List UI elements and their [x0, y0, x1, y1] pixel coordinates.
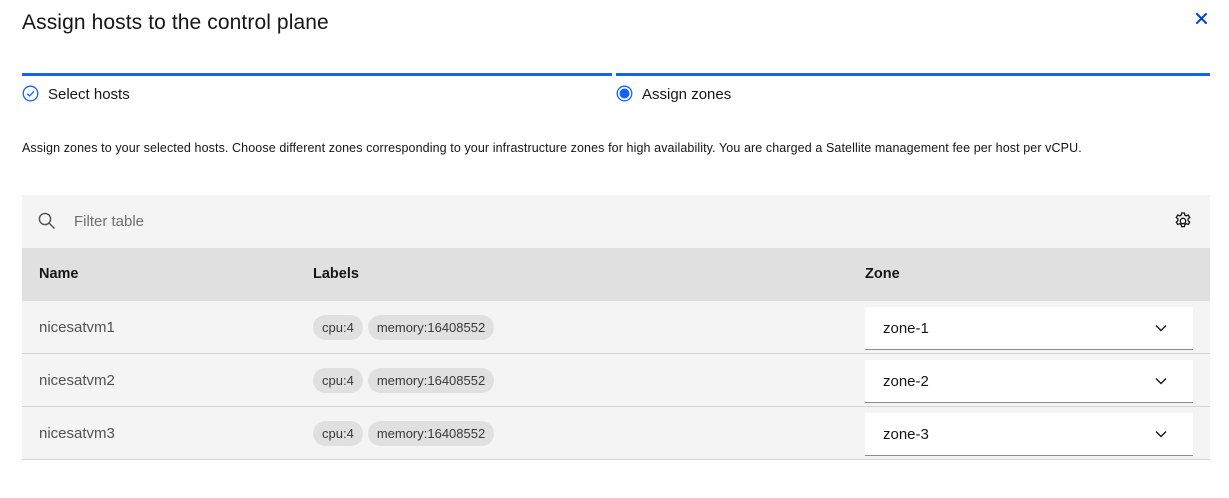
- host-name: nicesatvm2: [39, 372, 115, 389]
- zone-select[interactable]: zone-1: [865, 307, 1193, 350]
- column-header-labels: Labels: [313, 266, 359, 282]
- column-header-zone: Zone: [865, 266, 900, 282]
- host-labels: cpu:4 memory:16408552: [313, 315, 495, 340]
- search-icon: [38, 212, 55, 229]
- zone-select[interactable]: zone-3: [865, 413, 1193, 456]
- chevron-down-icon: [1155, 431, 1167, 438]
- gear-icon[interactable]: [1173, 211, 1193, 231]
- progress-step-select-hosts[interactable]: Select hosts: [22, 73, 612, 107]
- modal-title: Assign hosts to the control plane: [22, 11, 329, 34]
- host-labels: cpu:4 memory:16408552: [313, 368, 495, 393]
- filter-table-input[interactable]: [74, 205, 474, 237]
- close-button[interactable]: [1189, 8, 1213, 28]
- chevron-down-icon: [1155, 325, 1167, 332]
- table-toolbar: [22, 195, 1210, 248]
- label-tag: memory:16408552: [367, 368, 495, 393]
- label-tag: memory:16408552: [367, 315, 495, 340]
- label-tag: cpu:4: [313, 368, 363, 393]
- host-name: nicesatvm1: [39, 319, 115, 336]
- chevron-down-icon: [1155, 378, 1167, 385]
- zone-select[interactable]: zone-2: [865, 360, 1193, 403]
- table-header: Name Labels Zone: [22, 248, 1210, 301]
- progress-indicator: Select hosts Assign zones: [22, 73, 1210, 107]
- checkmark-outline-icon: [22, 85, 39, 102]
- host-labels: cpu:4 memory:16408552: [313, 421, 495, 446]
- progress-step-label: Assign zones: [642, 86, 732, 103]
- radio-selected-icon: [616, 85, 633, 102]
- zone-select-value: zone-2: [883, 373, 929, 390]
- host-name: nicesatvm3: [39, 425, 115, 442]
- column-header-name: Name: [39, 266, 79, 282]
- table-row: nicesatvm3 cpu:4 memory:16408552 zone-3: [22, 407, 1210, 460]
- zone-select-value: zone-1: [883, 320, 929, 337]
- table-row: nicesatvm2 cpu:4 memory:16408552 zone-2: [22, 354, 1210, 407]
- progress-step-line: [22, 73, 612, 76]
- progress-step-assign-zones[interactable]: Assign zones: [616, 73, 1210, 107]
- zone-select-value: zone-3: [883, 426, 929, 443]
- label-tag: cpu:4: [313, 315, 363, 340]
- close-icon: [1195, 12, 1207, 24]
- step-description: Assign zones to your selected hosts. Cho…: [22, 141, 1082, 155]
- label-tag: memory:16408552: [367, 421, 495, 446]
- label-tag: cpu:4: [313, 421, 363, 446]
- table-row: nicesatvm1 cpu:4 memory:16408552 zone-1: [22, 301, 1210, 354]
- progress-step-line: [616, 73, 1210, 76]
- progress-step-label: Select hosts: [48, 86, 130, 103]
